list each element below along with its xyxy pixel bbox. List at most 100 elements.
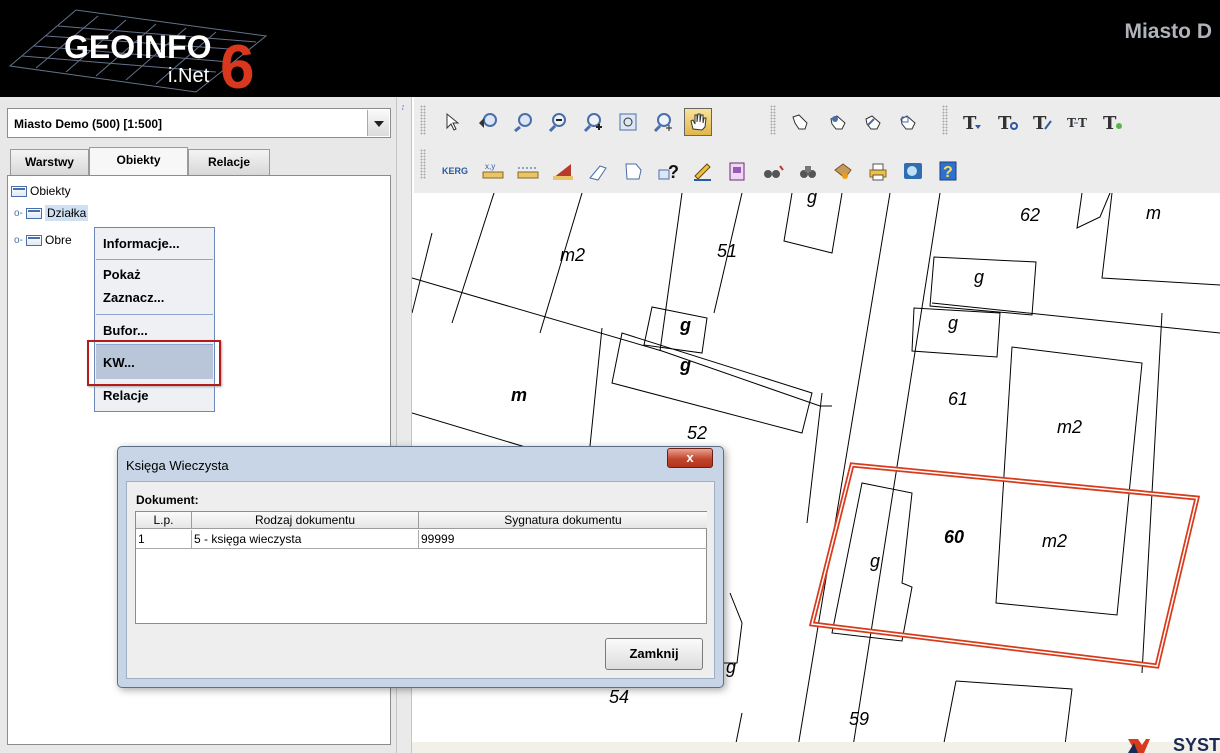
polygon-icon[interactable] bbox=[619, 157, 647, 185]
dialog-title: Księga Wieczysta bbox=[126, 458, 229, 473]
zoom-out-icon[interactable] bbox=[544, 108, 572, 136]
svg-text:i.Net: i.Net bbox=[168, 65, 210, 87]
menu-item-bufor[interactable]: Bufor... bbox=[103, 323, 148, 338]
zoom-region-out-icon[interactable] bbox=[509, 108, 537, 136]
svg-text:x,y: x,y bbox=[485, 162, 495, 171]
pan-hand-icon[interactable] bbox=[684, 108, 712, 136]
map-label: g bbox=[726, 657, 737, 677]
jpg-icon[interactable] bbox=[724, 157, 752, 185]
highlight-frame bbox=[87, 340, 221, 386]
column-header-rodzaj[interactable]: Rodzaj dokumentu bbox=[192, 512, 419, 529]
geoinfo-logo: GEOINFO i.Net 6 bbox=[6, 6, 288, 102]
tree-root-label: Obiekty bbox=[30, 184, 71, 198]
brand-logo: SYST bbox=[1128, 735, 1220, 753]
map-label: m2 bbox=[560, 245, 586, 265]
table-cell[interactable]: 5 - księga wieczysta bbox=[192, 530, 419, 549]
city-title: Miasto D bbox=[1124, 20, 1212, 43]
text-t2-icon[interactable]: T bbox=[994, 108, 1022, 136]
folder-icon bbox=[11, 186, 27, 198]
map-label: 61 bbox=[948, 389, 969, 409]
column-header-sygnatura[interactable]: Sygnatura dokumentu bbox=[419, 512, 707, 529]
column-header-lp[interactable]: L.p. bbox=[136, 512, 192, 529]
menu-separator bbox=[96, 259, 213, 260]
expand-icon[interactable]: o- bbox=[14, 235, 26, 246]
status-bar bbox=[412, 742, 1220, 753]
zoom-in-icon[interactable] bbox=[579, 108, 607, 136]
xy-ruler-icon[interactable]: x,y bbox=[479, 157, 507, 185]
text-t4-icon[interactable]: TT bbox=[1064, 108, 1092, 136]
map-label: m2 bbox=[1057, 417, 1083, 437]
map-label: m2 bbox=[1042, 531, 1068, 551]
map-label: g bbox=[948, 313, 959, 333]
svg-text:T: T bbox=[963, 113, 977, 133]
shape-icon[interactable] bbox=[584, 157, 612, 185]
pencil-icon[interactable] bbox=[689, 157, 717, 185]
zoom-window-icon[interactable] bbox=[614, 108, 642, 136]
close-button[interactable]: Zamknij bbox=[605, 638, 703, 670]
brand-name: SYST bbox=[1172, 735, 1220, 753]
chevron-down-icon[interactable] bbox=[367, 110, 389, 136]
svg-text:T: T bbox=[1033, 113, 1047, 133]
query-icon[interactable]: ? bbox=[654, 157, 682, 185]
tree-item-dzialka[interactable]: o- Działka bbox=[14, 205, 89, 221]
svg-text:?: ? bbox=[943, 164, 953, 181]
kerg-icon[interactable]: KERG bbox=[439, 157, 471, 185]
toolbar-grip[interactable] bbox=[942, 105, 948, 135]
menu-separator bbox=[96, 314, 213, 315]
menu-item-relacje[interactable]: Relacje bbox=[103, 388, 149, 403]
globe-icon[interactable] bbox=[899, 157, 927, 185]
zoom-region-in-icon[interactable] bbox=[474, 108, 502, 136]
map-label: g bbox=[680, 355, 691, 375]
hand-select-3-icon[interactable] bbox=[894, 108, 922, 136]
map-label: g bbox=[974, 267, 985, 287]
map-label: 54 bbox=[609, 687, 630, 707]
app-header: GEOINFO i.Net 6 Miasto D bbox=[0, 0, 1220, 102]
collapse-arrows-icon[interactable] bbox=[400, 105, 406, 111]
svg-text:6: 6 bbox=[220, 33, 254, 94]
menu-item-zaznacz[interactable]: Zaznacz... bbox=[103, 290, 164, 305]
print-icon[interactable] bbox=[864, 157, 892, 185]
select-arrow-icon[interactable] bbox=[439, 108, 467, 136]
svg-text:T: T bbox=[1103, 113, 1117, 133]
dialog-close-x-button[interactable]: x bbox=[667, 448, 713, 468]
svg-text:T: T bbox=[1078, 116, 1087, 130]
hand-point-icon[interactable] bbox=[786, 108, 814, 136]
map-label: m bbox=[1146, 203, 1161, 223]
svg-text:GEOINFO: GEOINFO bbox=[64, 29, 212, 65]
tree-item-obre[interactable]: o- Obre bbox=[14, 233, 72, 247]
toolbar-grip[interactable] bbox=[420, 105, 426, 135]
ruler-icon[interactable] bbox=[514, 157, 542, 185]
text-t5-icon[interactable]: T bbox=[1099, 108, 1127, 136]
help-icon[interactable]: ? bbox=[934, 157, 962, 185]
menu-item-informacje[interactable]: Informacje... bbox=[103, 236, 180, 251]
tree-root[interactable]: Obiekty bbox=[11, 184, 71, 198]
table-cell[interactable]: 99999 bbox=[419, 530, 707, 549]
text-t3-icon[interactable]: T bbox=[1029, 108, 1057, 136]
hand-select-icon[interactable] bbox=[824, 108, 852, 136]
expand-icon[interactable]: o- bbox=[14, 208, 26, 219]
map-label: 51 bbox=[717, 241, 738, 261]
color-icon[interactable] bbox=[829, 157, 857, 185]
toolbar-grip[interactable] bbox=[420, 149, 426, 179]
binoculars-icon[interactable] bbox=[759, 157, 787, 185]
tab-warstwy[interactable]: Warstwy bbox=[10, 149, 89, 175]
hand-select-2-icon[interactable] bbox=[859, 108, 887, 136]
tab-relacje[interactable]: Relacje bbox=[188, 149, 270, 175]
binoculars-2-icon[interactable] bbox=[794, 157, 822, 185]
text-t1-icon[interactable]: T bbox=[959, 108, 987, 136]
zoom-center-icon[interactable] bbox=[649, 108, 677, 136]
map-label: 52 bbox=[687, 423, 708, 443]
map-scale-select[interactable]: Miasto Demo (500) [1:500] bbox=[7, 108, 391, 138]
angle-icon[interactable] bbox=[549, 157, 577, 185]
menu-item-pokaz[interactable]: Pokaż bbox=[103, 267, 141, 282]
map-label: g bbox=[870, 551, 881, 571]
map-label: 60 bbox=[944, 527, 965, 547]
tree-item-label: Działka bbox=[45, 205, 89, 221]
dialog-body: Dokument: L.p. Rodzaj dokumentu Sygnatur… bbox=[126, 481, 715, 679]
map-label: g bbox=[807, 193, 818, 207]
map-label: g bbox=[680, 315, 691, 335]
section-label: Dokument: bbox=[136, 493, 199, 507]
toolbar-grip[interactable] bbox=[770, 105, 776, 135]
table-cell[interactable]: 1 bbox=[136, 530, 192, 549]
tab-obiekty[interactable]: Obiekty bbox=[89, 147, 188, 176]
